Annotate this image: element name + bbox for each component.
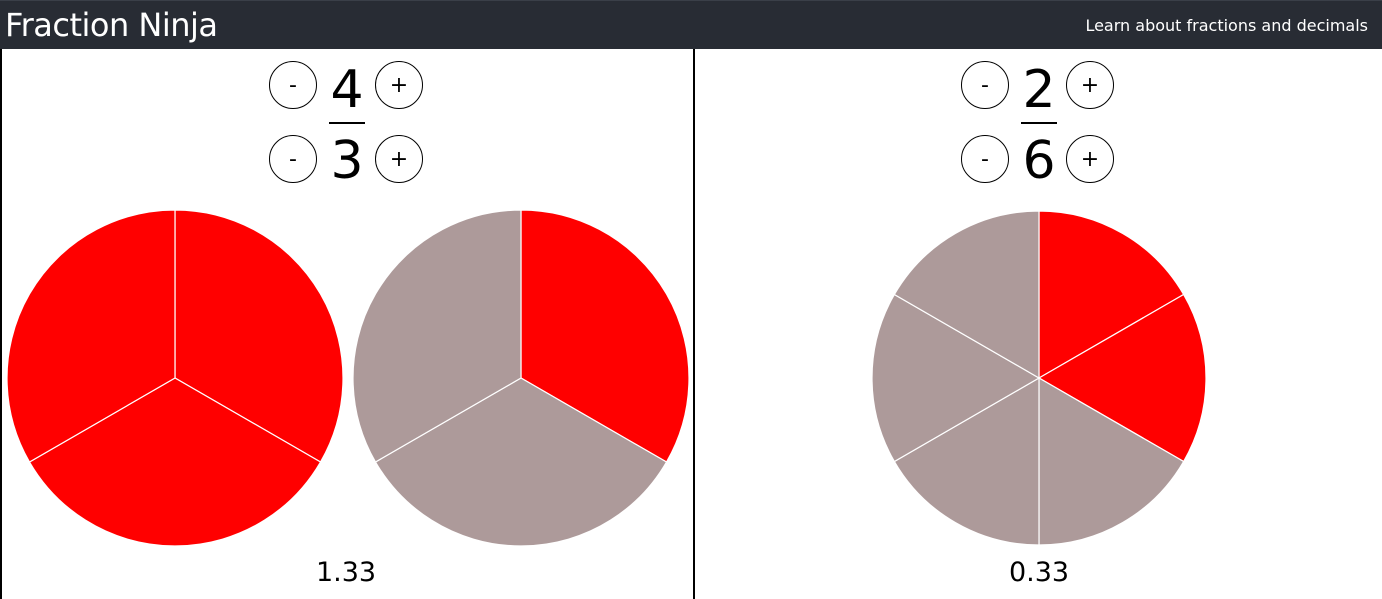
denominator-value: 6 xyxy=(1022,131,1056,191)
denominator-value: 3 xyxy=(330,131,364,191)
fraction-ninja-app: Fraction Ninja Learn about fractions and… xyxy=(0,0,1382,599)
app-title: Fraction Ninja xyxy=(5,6,218,44)
denominator-increment-button[interactable]: + xyxy=(375,135,423,183)
fraction-panel-left: - 4 + - 3 + 1.33 xyxy=(0,49,695,599)
numerator-increment-button[interactable]: + xyxy=(375,61,423,109)
decimal-value: 1.33 xyxy=(315,557,377,588)
fraction-bar xyxy=(1021,122,1057,124)
top-bar: Fraction Ninja Learn about fractions and… xyxy=(0,0,1382,49)
denominator-decrement-button[interactable]: - xyxy=(269,135,317,183)
numerator-value: 4 xyxy=(330,60,364,120)
fraction-panel-right: - 2 + - 6 + 0.33 xyxy=(695,49,1382,599)
numerator-increment-button[interactable]: + xyxy=(1066,61,1114,109)
pie-chart-whole-1 xyxy=(871,210,1207,546)
app-subtitle: Learn about fractions and decimals xyxy=(1085,16,1368,35)
fraction-bar xyxy=(329,122,365,124)
pie-chart-whole-2 xyxy=(352,209,690,547)
decimal-value: 0.33 xyxy=(1008,557,1070,588)
denominator-decrement-button[interactable]: - xyxy=(961,135,1009,183)
numerator-decrement-button[interactable]: - xyxy=(961,61,1009,109)
pie-chart-whole-1 xyxy=(6,209,344,547)
denominator-increment-button[interactable]: + xyxy=(1066,135,1114,183)
numerator-value: 2 xyxy=(1022,60,1056,120)
numerator-decrement-button[interactable]: - xyxy=(269,61,317,109)
